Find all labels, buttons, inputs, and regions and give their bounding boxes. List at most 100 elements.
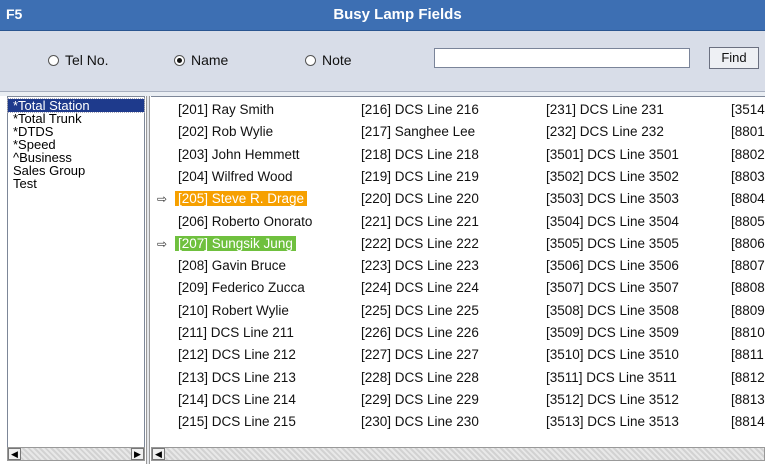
find-button[interactable]: Find [709,47,759,69]
group-list-scrollbar[interactable]: ◀ ▶ [7,447,145,461]
blf-entry-label: [217] Sanghee Lee [361,124,476,140]
blf-entry[interactable]: [208] Gavin Bruce [175,256,289,276]
blf-entry[interactable]: [223] DCS Line 223 [358,256,482,276]
blf-entry-label: [213] DCS Line 213 [178,369,296,385]
blf-entry[interactable]: [210] Robert Wylie [175,301,292,321]
blf-entry-label: [211] DCS Line 211 [178,325,294,340]
blf-entry[interactable]: [209] Federico Zucca [175,278,308,298]
blf-entry[interactable]: [8806 [728,234,765,254]
blf-entry[interactable]: [8801 [728,122,765,142]
blf-entry-label: [209] Federico Zucca [178,280,305,296]
blf-entry-label: [230] DCS Line 230 [361,414,479,430]
blf-entry-label: [8808 [731,280,765,296]
blf-entry-label: [3512] DCS Line 3512 [546,391,679,407]
blf-entry-label: [203] John Hemmett [178,146,300,162]
blf-entry[interactable]: [8812 [728,368,765,388]
blf-entry-label: [3505] DCS Line 3505 [546,235,679,251]
radio-tel-no[interactable]: Tel No. [48,52,109,68]
radio-note[interactable]: Note [305,52,352,68]
blf-entry-label: [207] Sungsik Jung [175,235,296,251]
blf-entry[interactable]: [216] DCS Line 216 [358,100,482,120]
blf-entry[interactable]: [3509] DCS Line 3509 [543,323,682,343]
radio-name-dot[interactable] [174,54,185,66]
blf-entry[interactable]: [3514 [728,100,765,120]
blf-entry[interactable]: [3505] DCS Line 3505 [543,234,682,254]
blf-entry[interactable]: [224] DCS Line 224 [358,278,482,298]
blf-entry[interactable]: [232] DCS Line 232 [543,122,667,142]
blf-entry[interactable]: [206] Roberto Onorato [175,212,315,232]
blf-entry[interactable]: [204] Wilfred Wood [175,167,296,187]
blf-entry[interactable]: [8802 [728,145,765,165]
blf-entry[interactable]: [226] DCS Line 226 [358,323,482,343]
blf-entry-label: [208] Gavin Bruce [178,258,287,274]
blf-entry[interactable]: [8805 [728,212,765,232]
blf-entry-label: [3508] DCS Line 3508 [546,302,679,318]
blf-entry[interactable]: [213] DCS Line 213 [175,368,299,388]
radio-note-dot[interactable] [305,54,316,66]
scroll-left-icon[interactable]: ◀ [8,448,21,460]
search-input[interactable] [434,48,690,68]
blf-entry[interactable]: [3512] DCS Line 3512 [543,390,682,410]
blf-entry-label: [232] DCS Line 232 [546,124,664,140]
blf-entry[interactable]: [201] Ray Smith [175,100,277,120]
radio-tel-no-dot[interactable] [48,54,59,66]
blf-entry-label: [222] DCS Line 222 [361,235,479,251]
blf-entry-label: [3514 [731,102,765,117]
blf-entry[interactable]: [211] DCS Line 211 [175,323,297,343]
blf-entry[interactable]: [3501] DCS Line 3501 [543,145,682,165]
blf-entry[interactable]: [220] DCS Line 220 [358,189,482,209]
blf-entry[interactable]: [8803 [728,167,765,187]
blf-entry-label: [3513] DCS Line 3513 [546,414,679,430]
blf-entry[interactable]: [3503] DCS Line 3503 [543,189,682,209]
blf-entry[interactable]: [228] DCS Line 228 [358,368,482,388]
blf-entry-label: [228] DCS Line 228 [361,369,479,385]
blf-entry[interactable]: [8808 [728,278,765,298]
blf-entry-label: [201] Ray Smith [178,102,275,117]
blf-entry[interactable]: [215] DCS Line 215 [175,412,299,432]
blf-entry-label: [3504] DCS Line 3504 [546,213,679,229]
blf-entry[interactable]: [8811 [728,345,765,365]
blf-entry[interactable]: [225] DCS Line 225 [358,301,482,321]
blf-entry[interactable]: [3506] DCS Line 3506 [543,256,682,276]
blf-entry[interactable]: [221] DCS Line 221 [358,212,482,232]
blf-entry[interactable]: [212] DCS Line 212 [175,345,299,365]
blf-entry[interactable]: [3511] DCS Line 3511 [543,368,680,388]
blf-entry[interactable]: [219] DCS Line 219 [358,167,482,187]
blf-entry-label: [202] Rob Wylie [178,124,274,140]
blf-entry[interactable]: [3508] DCS Line 3508 [543,301,682,321]
blf-entry[interactable]: [8807 [728,256,765,276]
blf-entry[interactable]: [218] DCS Line 218 [358,145,482,165]
radio-name[interactable]: Name [174,52,228,68]
blf-entry-label: [3511] DCS Line 3511 [546,369,677,385]
blf-grid-scrollbar[interactable]: ◀ [151,447,765,461]
blf-entry[interactable]: [8804 [728,189,765,209]
blf-entry[interactable]: [8810 [728,323,765,343]
blf-entry[interactable]: [3502] DCS Line 3502 [543,167,682,187]
scroll-left-icon[interactable]: ◀ [152,448,165,460]
blf-entry[interactable]: [214] DCS Line 214 [175,390,299,410]
blf-entry-label: [223] DCS Line 223 [361,258,479,274]
blf-entry-label: [8802 [731,146,765,162]
blf-entry[interactable]: ⇨ [207] Sungsik Jung [157,234,296,254]
blf-entry[interactable]: [8813 [728,390,765,410]
blf-entry[interactable]: [222] DCS Line 222 [358,234,482,254]
blf-entry[interactable]: [231] DCS Line 231 [543,100,667,120]
blf-entry[interactable]: [8814 [728,412,765,432]
blf-entry-label: [8801 [731,124,765,140]
blf-entry[interactable]: [227] DCS Line 227 [358,345,482,365]
group-item[interactable]: Test [8,177,144,190]
blf-entry[interactable]: [3507] DCS Line 3507 [543,278,682,298]
blf-entry[interactable]: [3513] DCS Line 3513 [543,412,682,432]
blf-entry[interactable]: ⇨ [205] Steve R. Drage [157,189,308,209]
scroll-right-icon[interactable]: ▶ [131,448,144,460]
blf-entry-label: [3510] DCS Line 3510 [546,347,679,363]
pane-splitter[interactable] [146,96,150,464]
blf-entry[interactable]: [217] Sanghee Lee [358,122,478,142]
blf-entry[interactable]: [3504] DCS Line 3504 [543,212,682,232]
blf-entry[interactable]: [202] Rob Wylie [175,122,276,142]
blf-entry[interactable]: [230] DCS Line 230 [358,412,482,432]
blf-entry[interactable]: [8809 [728,301,765,321]
blf-entry[interactable]: [203] John Hemmett [175,145,303,165]
blf-entry[interactable]: [229] DCS Line 229 [358,390,482,410]
blf-entry[interactable]: [3510] DCS Line 3510 [543,345,682,365]
